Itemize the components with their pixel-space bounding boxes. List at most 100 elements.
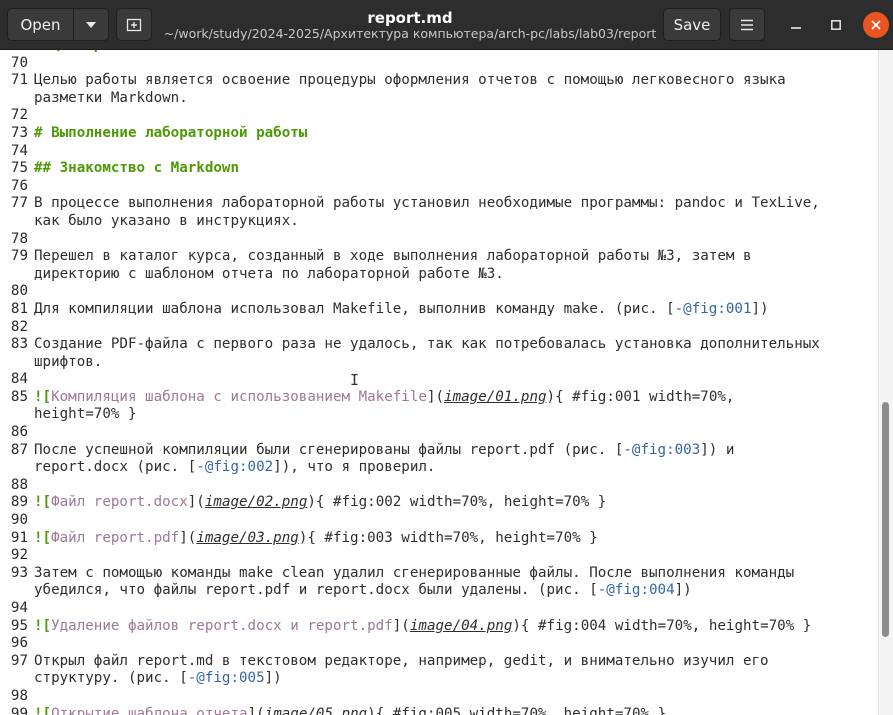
line-number: 84 bbox=[10, 371, 28, 388]
scrollbar-thumb[interactable] bbox=[882, 402, 889, 637]
editor-lines: 69# Цель работы7071Целью работы является… bbox=[0, 50, 878, 715]
line-text: директорию с шаблоном отчета по лаборато… bbox=[34, 266, 504, 284]
text-token: report.docx (рис. [ bbox=[34, 459, 197, 476]
editor-line[interactable]: 70 bbox=[0, 55, 878, 73]
line-number: 73 bbox=[10, 124, 28, 141]
line-number: 89 bbox=[10, 494, 28, 511]
line-text: В процессе выполнения лабораторной работ… bbox=[34, 195, 820, 213]
text-token: ]( bbox=[187, 494, 205, 511]
text-token: image/04.png bbox=[409, 617, 513, 634]
editor-line[interactable]: 88 bbox=[0, 477, 878, 495]
line-text: Целью работы является освоение процедуры… bbox=[34, 72, 786, 90]
editor-line[interactable]: как было указано в инструкциях. bbox=[0, 213, 878, 231]
editor-line[interactable]: 90 bbox=[0, 512, 878, 530]
text-token: ){ #fig:003 width=70%, height=70% } bbox=[298, 529, 598, 546]
text-token: ![ bbox=[34, 529, 52, 546]
line-text: report.docx (рис. [-@fig:002]), что я пр… bbox=[34, 459, 435, 477]
text-token: -@fig:003 bbox=[623, 441, 701, 458]
text-token: image/03.png bbox=[196, 529, 299, 546]
editor-line[interactable]: 94 bbox=[0, 600, 878, 618]
line-number: 81 bbox=[10, 300, 28, 317]
menu-button[interactable] bbox=[729, 8, 765, 41]
editor-line[interactable]: разметки Markdown. bbox=[0, 90, 878, 108]
editor-line[interactable]: 96 bbox=[0, 635, 878, 653]
editor-line[interactable]: 72 bbox=[0, 107, 878, 125]
text-token: -@fig:005 bbox=[187, 670, 265, 687]
line-text: разметки Markdown. bbox=[34, 90, 188, 108]
text-token: ![ bbox=[34, 494, 52, 511]
line-number: 75 bbox=[10, 160, 28, 177]
vertical-scrollbar[interactable] bbox=[878, 50, 893, 715]
editor-line[interactable]: 86 bbox=[0, 424, 878, 442]
editor-line[interactable]: 77 В процессе выполнения лабораторной раб… bbox=[0, 195, 878, 213]
line-number: 99 bbox=[10, 705, 28, 715]
text-token: # Цель работы bbox=[34, 50, 145, 53]
editor-line[interactable]: 79 Перешел в каталог курса, созданный в х… bbox=[0, 248, 878, 266]
line-number: 72 bbox=[10, 107, 28, 124]
editor-line[interactable]: 81 Для компиляции шаблона использовал Mak… bbox=[0, 301, 878, 319]
text-token: структуру. (рис. [ bbox=[34, 670, 188, 687]
line-text: ## Знакомство с Markdown bbox=[34, 160, 239, 178]
editor-line[interactable]: 83 Создание PDF-файла с первого раза не у… bbox=[0, 336, 878, 354]
line-number: 87 bbox=[10, 441, 28, 458]
text-token: ]) bbox=[674, 582, 692, 599]
text-token: разметки Markdown. bbox=[34, 89, 188, 106]
minimize-button[interactable] bbox=[783, 12, 809, 38]
close-icon bbox=[871, 20, 881, 30]
editor-line[interactable]: 95 ![Удаление файлов report.docx и report… bbox=[0, 618, 878, 636]
line-text: убедился, что файлы report.pdf и report.… bbox=[34, 582, 692, 600]
line-text: Перешел в каталог курса, созданный в ход… bbox=[34, 248, 752, 266]
editor-line[interactable]: директорию с шаблоном отчета по лаборато… bbox=[0, 266, 878, 284]
editor-line[interactable]: шрифтов. bbox=[0, 354, 878, 372]
text-token: Для компиляции шаблона использовал Makef… bbox=[34, 300, 675, 317]
text-token: Файл report.docx bbox=[51, 494, 188, 511]
editor-line[interactable]: убедился, что файлы report.pdf и report.… bbox=[0, 582, 878, 600]
editor-line[interactable]: 97 Открыл файл report.md в текстовом реда… bbox=[0, 653, 878, 671]
editor-line[interactable]: 91 ![Файл report.pdf](image/03.png){ #fig… bbox=[0, 530, 878, 548]
line-number: 98 bbox=[10, 687, 28, 704]
line-number: 77 bbox=[10, 195, 28, 212]
editor-line[interactable]: структуру. (рис. [-@fig:005]) bbox=[0, 670, 878, 688]
close-button[interactable] bbox=[863, 12, 889, 38]
save-button[interactable]: Save bbox=[663, 8, 721, 41]
window-subtitle: ~/work/study/2024-2025/Архитектура компь… bbox=[163, 26, 657, 41]
text-token: -@fig:002 bbox=[196, 459, 274, 476]
new-tab-button[interactable] bbox=[116, 8, 152, 41]
editor-line[interactable]: 76 bbox=[0, 178, 878, 196]
editor-line[interactable]: 84 bbox=[0, 371, 878, 389]
text-token: ]( bbox=[179, 529, 197, 546]
text-token: ![ bbox=[34, 617, 52, 634]
editor-line[interactable]: 74 bbox=[0, 143, 878, 161]
line-text: ![Удаление файлов report.docx и report.p… bbox=[34, 618, 811, 636]
open-dropdown-button[interactable] bbox=[73, 8, 109, 41]
line-number: 94 bbox=[10, 600, 28, 616]
text-token: ){ #fig:001 width=70%, bbox=[546, 388, 735, 405]
editor-line[interactable]: 99 ![Открытие шаблона отчета](image/05.pn… bbox=[0, 706, 878, 715]
maximize-button[interactable] bbox=[823, 12, 849, 38]
hamburger-menu-icon bbox=[741, 19, 753, 30]
editor-line[interactable]: 89 ![Файл report.docx](image/02.png){ #fi… bbox=[0, 494, 878, 512]
open-button[interactable]: Open bbox=[7, 8, 74, 41]
editor-line[interactable]: 75 ## Знакомство с Markdown bbox=[0, 160, 878, 178]
line-number: 93 bbox=[10, 564, 28, 581]
editor-line[interactable]: 78 bbox=[0, 231, 878, 249]
editor-line[interactable]: 92 bbox=[0, 547, 878, 565]
text-editor-area[interactable]: 69# Цель работы7071Целью работы является… bbox=[0, 50, 893, 715]
editor-line[interactable]: 87 После успешной компиляции были сгенери… bbox=[0, 442, 878, 460]
line-number: 96 bbox=[10, 635, 28, 652]
editor-line[interactable]: report.docx (рис. [-@fig:002]), что я пр… bbox=[0, 459, 878, 477]
editor-line[interactable]: 93 Затем с помощью команды make clean уда… bbox=[0, 565, 878, 583]
text-token: Затем с помощью команды make clean удали… bbox=[34, 564, 795, 581]
editor-line[interactable]: 80 bbox=[0, 283, 878, 301]
editor-line[interactable]: 85 ![Компиляция шаблона с использованием … bbox=[0, 389, 878, 407]
editor-line[interactable]: 98 bbox=[0, 688, 878, 706]
editor-line[interactable]: height=70% } bbox=[0, 406, 878, 424]
editor-line[interactable]: 73 # Выполнение лабораторной работы bbox=[0, 125, 878, 143]
line-text: # Выполнение лабораторной работы bbox=[34, 125, 307, 143]
editor-line[interactable]: 82 bbox=[0, 319, 878, 337]
text-token: Файл report.pdf bbox=[51, 529, 180, 546]
header-bar: Open report.md ~/work/study/2024-2025/Ар… bbox=[0, 0, 893, 50]
text-token: ![ bbox=[34, 705, 52, 715]
line-text: ![Файл report.docx](image/02.png){ #fig:… bbox=[34, 494, 606, 512]
editor-line[interactable]: 71 Целью работы является освоение процеду… bbox=[0, 72, 878, 90]
